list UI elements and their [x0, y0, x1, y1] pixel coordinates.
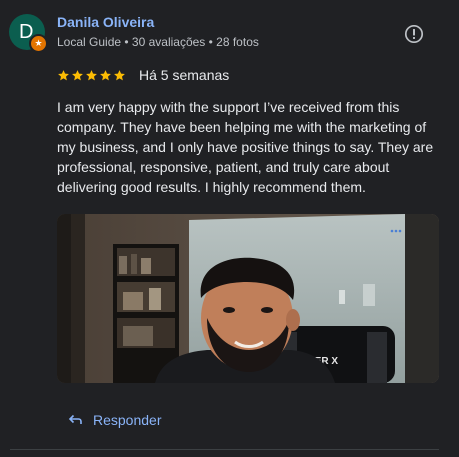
- review-card: D ★ Danila Oliveira Local Guide • 30 ava…: [0, 0, 459, 457]
- reviewer-meta: Local Guide • 30 avaliações • 28 fotos: [57, 35, 259, 49]
- local-guide-badge-icon: ★: [29, 34, 48, 53]
- review-date: Há 5 semanas: [139, 67, 230, 83]
- reply-button[interactable]: Responder: [57, 402, 172, 438]
- review-photo-image: RACER X: [57, 214, 439, 383]
- reply-arrow-icon: [68, 414, 82, 424]
- report-icon: [404, 24, 424, 44]
- review-photo[interactable]: RACER X: [57, 214, 439, 383]
- reviewer-name[interactable]: Danila Oliveira: [57, 14, 154, 30]
- star-rating: [57, 69, 126, 82]
- star-icon: [114, 69, 125, 80]
- star-icon: [72, 69, 83, 80]
- report-button[interactable]: [404, 24, 424, 44]
- more-dots-icon[interactable]: [390, 228, 402, 234]
- reply-label: Responder: [93, 412, 162, 428]
- review-text: I am very happy with the support I’ve re…: [57, 99, 434, 195]
- star-icon: [58, 69, 69, 80]
- star-icon: [100, 69, 111, 80]
- rating-row: Há 5 semanas: [57, 66, 229, 84]
- divider: [10, 449, 439, 450]
- star-icon: [86, 69, 97, 80]
